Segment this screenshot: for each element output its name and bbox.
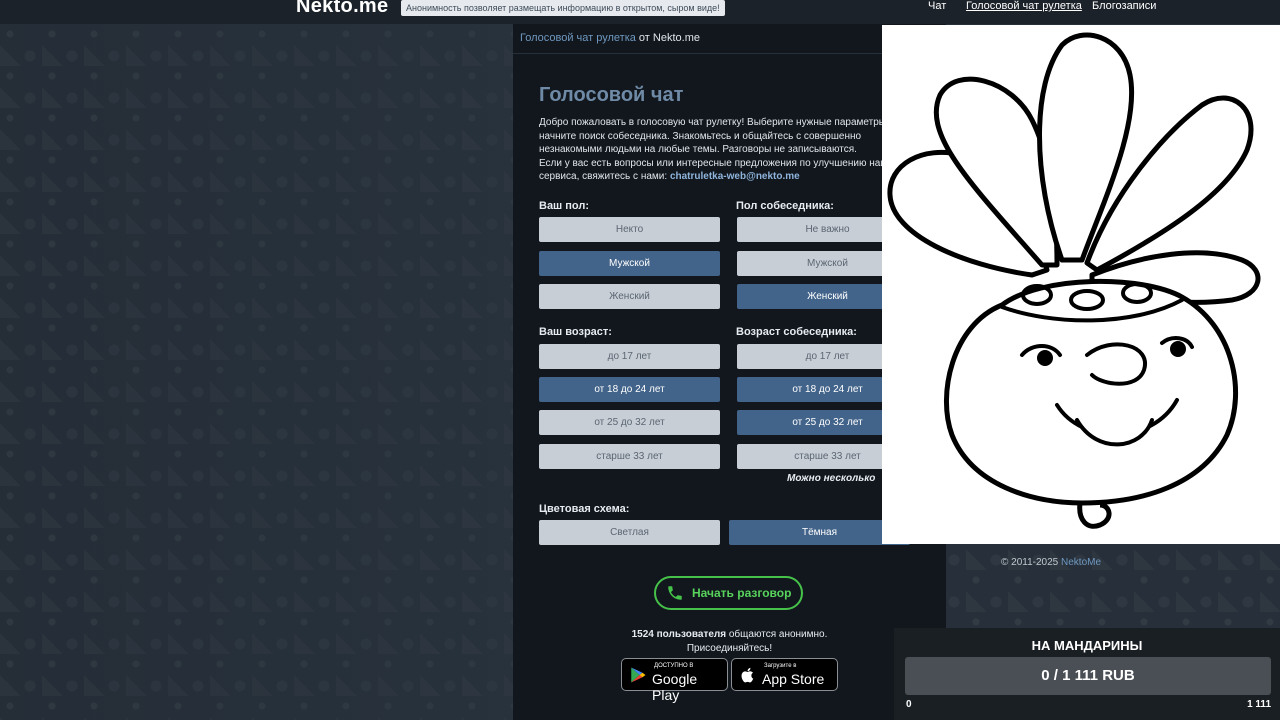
your-age-option-over-33[interactable]: старше 33 лет: [539, 444, 720, 469]
intro-line: начните поиск собеседника. Знакомьтесь и…: [539, 130, 862, 142]
partner-gender-label: Пол собеседника:: [736, 200, 834, 212]
turnip-illustration: [887, 32, 1261, 529]
your-age-option-25-32[interactable]: от 25 до 32 лет: [539, 410, 720, 435]
contact-email-link[interactable]: chatruletka-web@nekto.me: [670, 171, 800, 182]
online-line: 1524 пользователя общаются анонимно.: [513, 628, 946, 642]
your-gender-option-nekto[interactable]: Некто: [539, 217, 720, 242]
app-store-badge[interactable]: Загрузите в App Store: [731, 658, 838, 691]
start-conversation-label: Начать разговор: [692, 586, 792, 600]
turnip-cartoon-image: [882, 25, 1280, 544]
phone-icon: [668, 586, 682, 600]
your-age-option-under-17[interactable]: до 17 лет: [539, 344, 720, 369]
google-play-badge[interactable]: ДОСТУПНО В Google Play: [621, 658, 728, 703]
intro-text: Добро пожаловать в голосовую чат рулетку…: [539, 116, 899, 184]
your-gender-option-female[interactable]: Женский: [539, 284, 720, 309]
nav-chat[interactable]: Чат: [928, 0, 946, 12]
intro-line: Добро пожаловать в голосовую чат рулетку…: [539, 117, 886, 128]
intro-line: незнакомыми людьми на любые темы. Разгов…: [539, 144, 857, 155]
your-age-label: Ваш возраст:: [539, 326, 612, 338]
copyright: © 2011-2025 NektoMe: [1001, 557, 1101, 568]
start-conversation-button[interactable]: Начать разговор: [654, 576, 803, 610]
donation-widget: НА МАНДАРИНЫ 0 / 1 111 RUB 0 1 111: [894, 628, 1280, 720]
nav-blog[interactable]: Блогозаписи: [1092, 0, 1156, 12]
google-play-label: Google Play: [652, 671, 698, 703]
google-play-small-text: ДОСТУПНО В: [654, 663, 694, 669]
page-title: Голосовой чат: [539, 84, 684, 106]
your-gender-label: Ваш пол:: [539, 200, 590, 212]
donation-amount: 0 / 1 111 RUB: [1041, 667, 1135, 684]
color-scheme-label: Цветовая схема:: [539, 503, 630, 515]
donation-title: НА МАНДАРИНЫ: [1031, 638, 1143, 653]
donation-min: 0: [906, 699, 912, 710]
breadcrumb: Голосовой чат рулетка от Nekto.me: [520, 32, 700, 44]
intro-line: сервиса, свяжитесь с нами: chatruletka-w…: [539, 170, 899, 184]
your-gender-option-male[interactable]: Мужской: [539, 251, 720, 276]
apple-icon: [741, 667, 754, 683]
intro-contact-text: сервиса, свяжитесь с нами:: [539, 171, 668, 182]
google-play-icon: [631, 667, 646, 683]
site-slogan: Анонимность позволяет размещать информац…: [401, 0, 725, 16]
online-text: общаются анонимно.: [726, 629, 828, 640]
breadcrumb-suffix: от Nekto.me: [635, 32, 700, 44]
partner-age-label: Возраст собеседника:: [736, 326, 857, 338]
site-logo[interactable]: Nekto.me: [296, 0, 388, 18]
online-join-text: Присоединяйтесь!: [686, 643, 773, 654]
app-store-label: App Store: [762, 671, 825, 687]
copyright-text: © 2011-2025: [1001, 557, 1062, 568]
background-shade: [0, 24, 513, 720]
app-store-small-text: Загрузите в: [764, 663, 797, 669]
color-scheme-option-light[interactable]: Светлая: [539, 520, 720, 545]
intro-line: Если у вас есть вопросы или интересные п…: [539, 157, 889, 169]
multi-select-hint: Можно несколько: [787, 473, 876, 484]
online-count: 1524 пользователя: [631, 629, 727, 640]
donation-max: 1 111: [1247, 699, 1271, 710]
breadcrumb-link[interactable]: Голосовой чат рулетка: [520, 32, 636, 44]
donation-progress-bar: 0 / 1 111 RUB: [905, 657, 1271, 695]
nav-voice-roulette[interactable]: Голосовой чат рулетка: [966, 0, 1082, 12]
copyright-link[interactable]: NektoMe: [1061, 557, 1101, 568]
your-age-option-18-24[interactable]: от 18 до 24 лет: [539, 377, 720, 402]
top-header: Nekto.me Анонимность позволяет размещать…: [0, 0, 1280, 24]
online-counter: 1524 пользователя общаются анонимно. При…: [513, 628, 946, 656]
